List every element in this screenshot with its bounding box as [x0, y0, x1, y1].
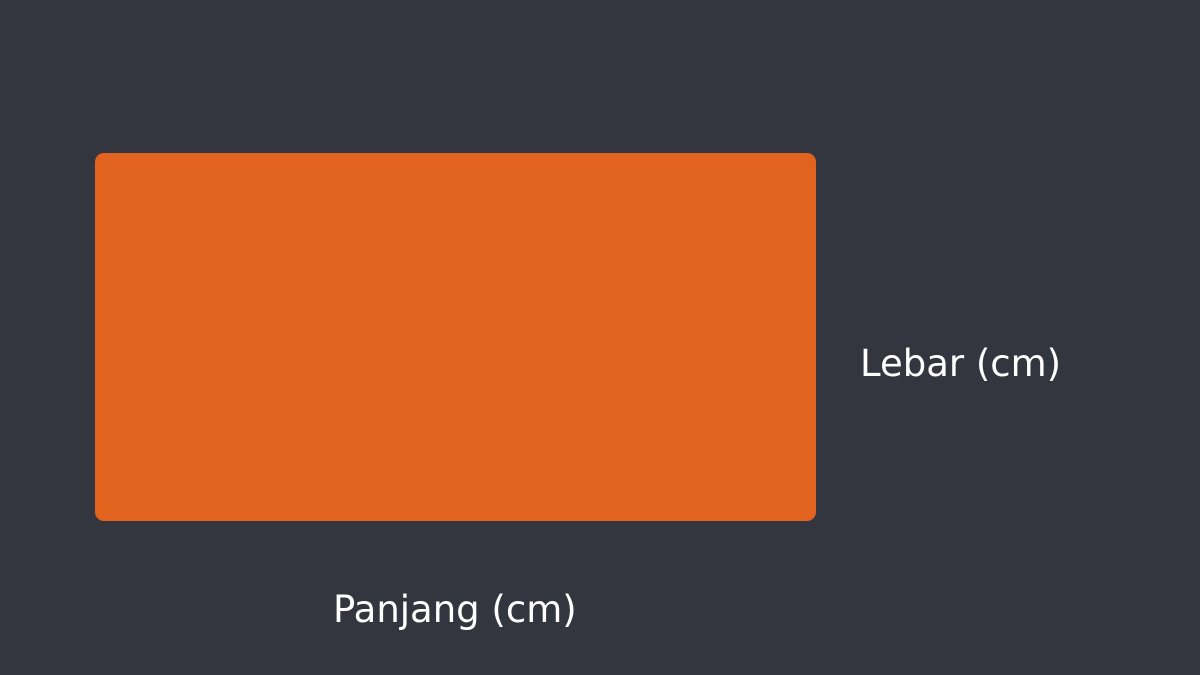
rectangle-shape [95, 153, 816, 521]
length-label: Panjang (cm) [333, 588, 577, 631]
width-label: Lebar (cm) [860, 342, 1062, 385]
diagram-canvas: Lebar (cm) Panjang (cm) [0, 0, 1200, 675]
